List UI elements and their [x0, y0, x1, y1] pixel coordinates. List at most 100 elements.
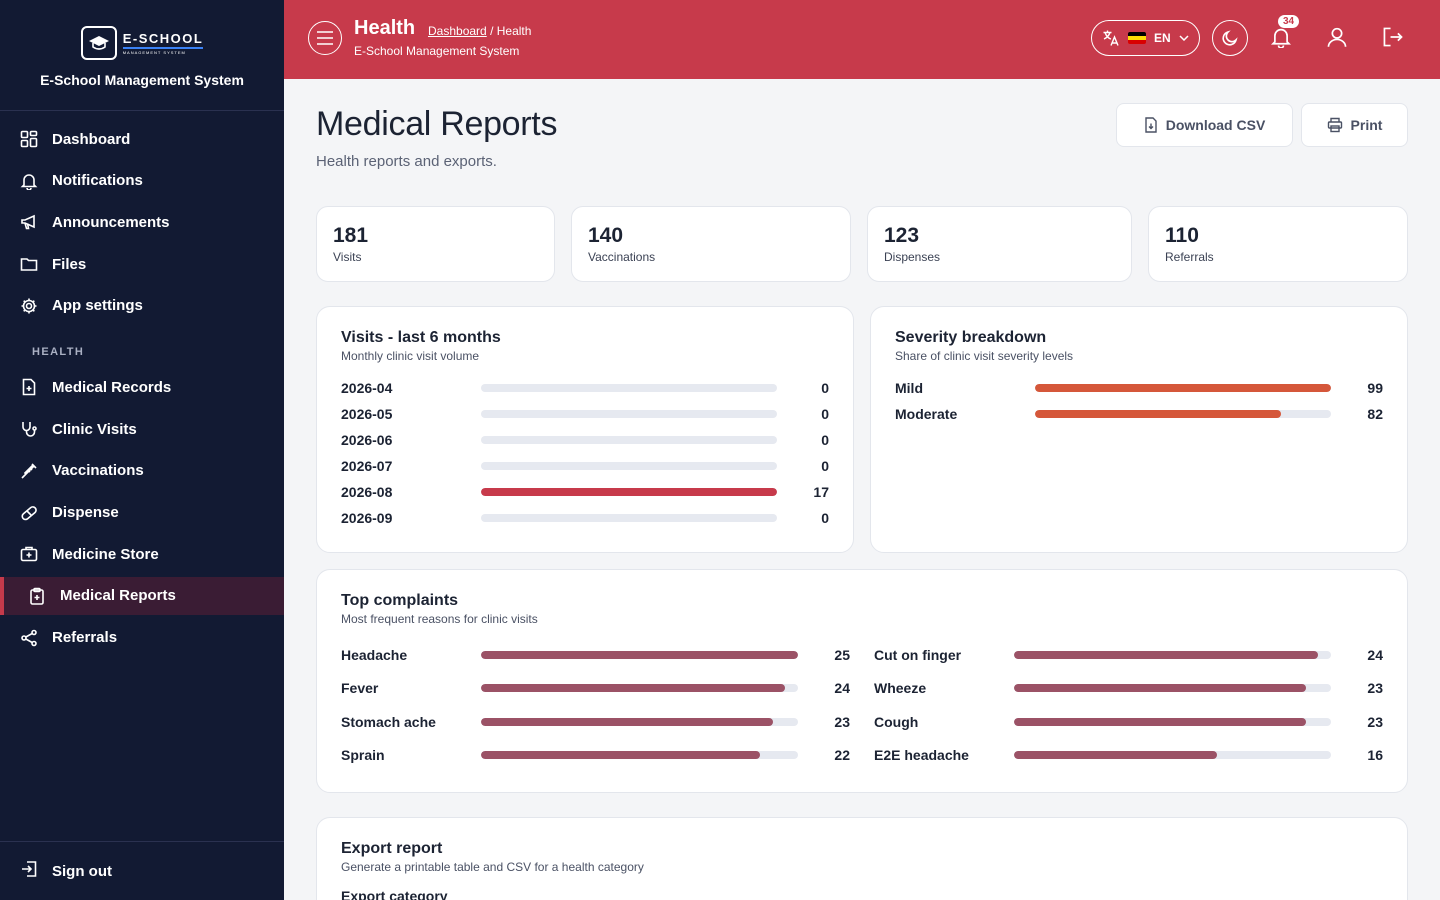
severity-label: Moderate [895, 406, 958, 422]
language-selector[interactable]: EN [1091, 20, 1200, 56]
sidebar-item-label: Medical Records [52, 378, 172, 396]
sidebar-item-medicine-store[interactable]: Medicine Store [0, 535, 284, 573]
file-medical-icon [20, 378, 38, 396]
complaint-track [481, 650, 798, 659]
sidebar-item-notifications[interactable]: Notifications [0, 162, 284, 200]
visits-value: 17 [813, 484, 829, 500]
sign-out-icon [20, 860, 38, 882]
complaint-bar [1014, 751, 1217, 760]
complaint-label: Wheeze [874, 680, 927, 697]
logout-button[interactable] [1382, 26, 1404, 53]
gear-icon [20, 297, 38, 315]
logout-icon [1383, 27, 1403, 47]
complaint-label: E2E headache [874, 747, 969, 764]
complaint-bar [1014, 717, 1306, 726]
complaint-track [481, 684, 798, 693]
download-csv-button[interactable]: Download CSV [1116, 103, 1293, 147]
severity-bar [1035, 384, 1331, 392]
medkit-icon [20, 545, 38, 563]
syringe-icon [20, 462, 38, 480]
complaint-bar [481, 684, 786, 693]
visits-track [481, 410, 777, 418]
visits-track [481, 384, 777, 392]
breadcrumb-dashboard-link[interactable]: Dashboard [428, 24, 487, 38]
page-subtitle: Health reports and exports. [316, 153, 497, 170]
complaint-value: 23 [834, 713, 850, 730]
complaint-row: Fever 24 [341, 672, 850, 706]
complaint-bar [1014, 684, 1306, 693]
severity-track [1035, 384, 1331, 392]
severity-card: Severity breakdown Share of clinic visit… [870, 306, 1408, 553]
breadcrumb: Dashboard / Health [428, 24, 531, 38]
visits-value: 0 [821, 406, 829, 422]
sidebar-item-medical-reports[interactable]: Medical Reports [0, 576, 284, 615]
sidebar-item-announcements[interactable]: Announcements [0, 203, 284, 241]
stat-label: Visits [333, 250, 362, 264]
sidebar-item-label: Notifications [52, 172, 143, 190]
stat-card-vaccinations: 140 Vaccinations [571, 206, 851, 282]
sidebar-item-files[interactable]: Files [0, 245, 284, 283]
severity-label: Mild [895, 380, 923, 396]
sidebar-item-dispense[interactable]: Dispense [0, 494, 284, 532]
sidebar-item-label: Dashboard [52, 130, 131, 148]
sidebar-item-medical-records[interactable]: Medical Records [0, 368, 284, 406]
sign-out-button[interactable]: Sign out [0, 841, 284, 900]
visits-label: 2026-09 [341, 510, 393, 526]
complaint-row: Stomach ache 23 [341, 705, 850, 739]
print-button[interactable]: Print [1301, 103, 1408, 147]
sidebar: E-SCHOOL MANAGEMENT SYSTEM E-School Mana… [0, 0, 284, 900]
uganda-flag-icon [1128, 32, 1146, 44]
complaint-track [1014, 751, 1331, 760]
menu-toggle-button[interactable] [308, 21, 342, 55]
sidebar-item-referrals[interactable]: Referrals [0, 619, 284, 657]
visits-row: 2026-04 0 [341, 375, 829, 401]
sidebar-item-vaccinations[interactable]: Vaccinations [0, 452, 284, 490]
complaint-value: 23 [1367, 680, 1383, 697]
sidebar-item-label: Medical Reports [60, 587, 176, 605]
sidebar-item-label: App settings [52, 297, 143, 315]
logo-wordmark: E-SCHOOL [122, 32, 204, 49]
complaint-track [1014, 684, 1331, 693]
clipboard-icon [28, 587, 46, 605]
complaint-row: Wheeze 23 [874, 672, 1383, 706]
severity-track [1035, 410, 1331, 418]
visits-track [481, 488, 777, 496]
complaint-track [481, 717, 798, 726]
severity-bar-list: Mild 99 Moderate 82 [895, 375, 1383, 427]
notifications-button[interactable] [1270, 26, 1292, 53]
app-logo[interactable]: E-SCHOOL MANAGEMENT SYSTEM [80, 26, 204, 60]
brand: E-SCHOOL MANAGEMENT SYSTEM E-School Mana… [0, 0, 284, 111]
visits-row: 2026-06 0 [341, 427, 829, 453]
printer-icon [1327, 117, 1342, 133]
complaint-label: Cut on finger [874, 646, 962, 663]
sidebar-item-label: Announcements [52, 213, 170, 231]
visits-label: 2026-06 [341, 432, 393, 448]
app-name: E-School Management System [40, 72, 244, 88]
sidebar-item-label: Dispense [52, 504, 119, 521]
visits-label: 2026-04 [341, 380, 393, 396]
export-category-label: Export category [341, 888, 448, 900]
visits-track [481, 436, 777, 444]
theme-toggle-button[interactable] [1212, 20, 1248, 56]
sidebar-item-app-settings[interactable]: App settings [0, 287, 284, 325]
sidebar-item-clinic-visits[interactable]: Clinic Visits [0, 410, 284, 448]
top-header: Health Dashboard / Health E-School Manag… [284, 0, 1440, 79]
severity-value: 99 [1367, 380, 1383, 396]
card-title: Top complaints [341, 592, 459, 609]
logo-tagline: MANAGEMENT SYSTEM [122, 49, 186, 55]
health-nav: Medical Records Clinic Visits Vaccinatio… [0, 368, 284, 656]
download-csv-label: Download CSV [1165, 117, 1266, 133]
header-subtitle: E-School Management System [354, 44, 520, 58]
pill-icon [20, 504, 38, 522]
visits-value: 0 [821, 458, 829, 474]
complaint-row: Headache 25 [341, 638, 850, 672]
visits-row: 2026-09 0 [341, 505, 829, 531]
profile-button[interactable] [1326, 26, 1348, 53]
stat-label: Referrals [1165, 250, 1214, 264]
sidebar-item-label: Vaccinations [52, 462, 144, 480]
moon-icon [1222, 30, 1238, 46]
sidebar-item-dashboard[interactable]: Dashboard [0, 120, 284, 158]
visits-label: 2026-05 [341, 406, 393, 422]
folder-icon [20, 255, 38, 273]
visits-row: 2026-07 0 [341, 453, 829, 479]
